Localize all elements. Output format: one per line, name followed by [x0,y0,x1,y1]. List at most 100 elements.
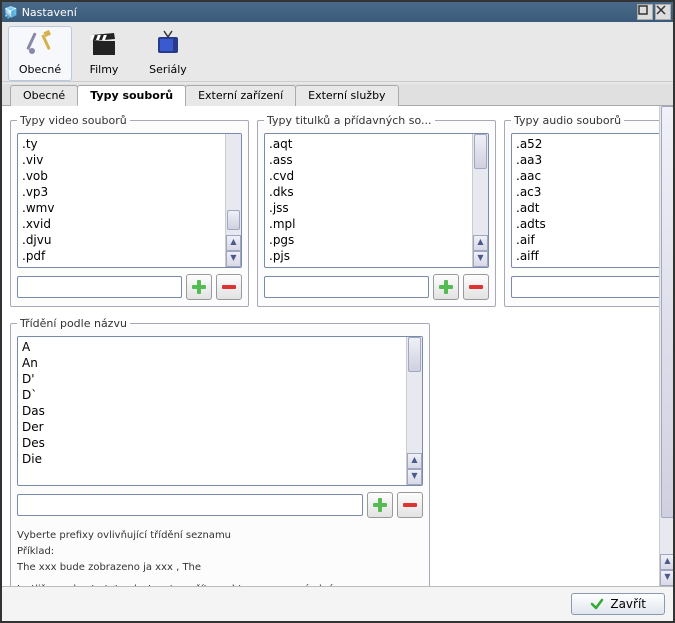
list-item[interactable]: .ty [22,136,221,152]
category-serialy-label: Seriály [139,63,197,76]
list-item[interactable]: D` [22,387,402,403]
category-obecne-label: Obecné [11,63,69,76]
list-item[interactable]: .dks [269,184,468,200]
list-item[interactable]: A [22,339,402,355]
plus-icon [437,278,455,296]
list-item[interactable]: .pgs [269,232,468,248]
category-serialy[interactable]: Seriály [136,26,200,81]
subtitle-add-input[interactable] [264,276,429,298]
titlebar: 🧊 Nastavení [2,2,673,22]
sort-add-input[interactable] [17,494,363,516]
list-item[interactable]: .a52 [516,136,673,152]
tv-icon [139,29,197,61]
window-title: Nastavení [22,6,637,19]
help-line: Vyberte prefixy ovlivňující třídění sezn… [17,528,423,544]
close-dialog-label: Zavřít [610,597,646,611]
plus-icon [190,278,208,296]
list-item[interactable]: .mpl [269,216,468,232]
list-item[interactable]: .wmv [22,200,221,216]
group-audio-types: Typy audio souborů .a52 .aa3 .aac .ac3 .… [504,114,673,307]
group-video-legend: Typy video souborů [17,114,130,127]
scroll-up-icon[interactable]: ▲ [226,235,241,251]
group-sort-prefixes: Třídění podle názvu A An D' D` Das Der D… [10,317,430,586]
list-item[interactable]: .aif [516,232,673,248]
scroll-down-icon[interactable]: ▼ [473,251,488,267]
settings-window: 🧊 Nastavení Obecné [0,0,675,623]
list-item[interactable]: .vob [22,168,221,184]
list-item[interactable]: Das [22,403,402,419]
app-icon: 🧊 [4,6,18,19]
subtitle-listbox[interactable]: .aqt .ass .cvd .dks .jss .mpl .pgs .pjs … [264,133,489,268]
scrollbar[interactable]: ▲ ▼ [406,337,422,485]
category-obecne[interactable]: Obecné [8,26,72,81]
list-item[interactable]: Der [22,419,402,435]
group-sort-legend: Třídění podle názvu [17,317,130,330]
list-item[interactable]: .adts [516,216,673,232]
list-item[interactable]: .xvid [22,216,221,232]
list-item[interactable]: Die [22,451,402,467]
close-button[interactable] [655,4,671,20]
list-item[interactable]: .pjs [269,248,468,264]
scroll-up-icon[interactable]: ▲ [407,453,422,469]
help-text: Vyberte prefixy ovlivňující třídění sezn… [17,528,423,586]
tab-externi-sluzby[interactable]: Externí služby [295,85,398,106]
category-toolbar: Obecné Filmy [2,22,673,82]
scroll-down-icon[interactable]: ▼ [407,469,422,485]
dialog-footer: Zavřít [2,586,673,621]
help-line: Jestliže nechcete tuto vlastnost použít,… [17,582,423,586]
remove-button[interactable] [216,274,242,300]
add-button[interactable] [367,492,393,518]
list-item[interactable]: .aqt [269,136,468,152]
remove-button[interactable] [397,492,423,518]
category-filmy[interactable]: Filmy [72,26,136,81]
list-item[interactable]: .jss [269,200,468,216]
group-subtitle-types: Typy titulků a přídavných so... .aqt .as… [257,114,496,307]
list-item[interactable]: .vp3 [22,184,221,200]
list-item[interactable]: .djvu [22,232,221,248]
minus-icon [401,496,419,514]
check-icon [590,597,604,611]
help-line: The xxx bude zobrazeno ja xxx , The [17,560,423,576]
tab-content: Typy video souborů .ty .viv .vob .vp3 .w… [2,106,673,586]
audio-listbox[interactable]: .a52 .aa3 .aac .ac3 .adt .adts .aif .aif… [511,133,673,268]
scroll-down-icon[interactable]: ▼ [660,570,673,586]
scroll-up-icon[interactable]: ▲ [660,554,673,570]
list-item[interactable]: .pdf [22,248,221,264]
list-item[interactable]: .aiff [516,248,673,264]
tab-typy-souboru[interactable]: Typy souborů [77,85,186,106]
tools-icon [11,29,69,61]
add-button[interactable] [186,274,212,300]
sort-listbox[interactable]: A An D' D` Das Der Des Die ▲ ▼ [17,336,423,486]
tab-obecne[interactable]: Obecné [10,85,78,106]
tab-strip: Obecné Typy souborů Externí zařízení Ext… [2,84,673,106]
group-subtitle-legend: Typy titulků a přídavných so... [264,114,435,127]
minus-icon [467,278,485,296]
scrollbar[interactable]: ▲ ▼ [225,134,241,267]
maximize-button[interactable] [637,4,653,20]
list-item[interactable]: .adt [516,200,673,216]
close-dialog-button[interactable]: Zavřít [571,593,665,615]
group-audio-legend: Typy audio souborů [511,114,624,127]
tab-externi-zarizeni[interactable]: Externí zařízení [185,85,296,106]
plus-icon [371,496,389,514]
content-scrollbar[interactable]: ▲ ▼ [659,106,673,586]
clapper-icon [75,29,133,61]
list-item[interactable]: .cvd [269,168,468,184]
video-listbox[interactable]: .ty .viv .vob .vp3 .wmv .xvid .djvu .pdf… [17,133,242,268]
list-item[interactable]: D' [22,371,402,387]
video-add-input[interactable] [17,276,182,298]
audio-add-input[interactable] [511,276,673,298]
scroll-down-icon[interactable]: ▼ [226,251,241,267]
list-item[interactable]: .aac [516,168,673,184]
remove-button[interactable] [463,274,489,300]
list-item[interactable]: .ass [269,152,468,168]
group-video-types: Typy video souborů .ty .viv .vob .vp3 .w… [10,114,249,307]
scroll-up-icon[interactable]: ▲ [473,235,488,251]
add-button[interactable] [433,274,459,300]
list-item[interactable]: Des [22,435,402,451]
list-item[interactable]: .aa3 [516,152,673,168]
scrollbar[interactable]: ▲ ▼ [472,134,488,267]
list-item[interactable]: .ac3 [516,184,673,200]
list-item[interactable]: .viv [22,152,221,168]
list-item[interactable]: An [22,355,402,371]
